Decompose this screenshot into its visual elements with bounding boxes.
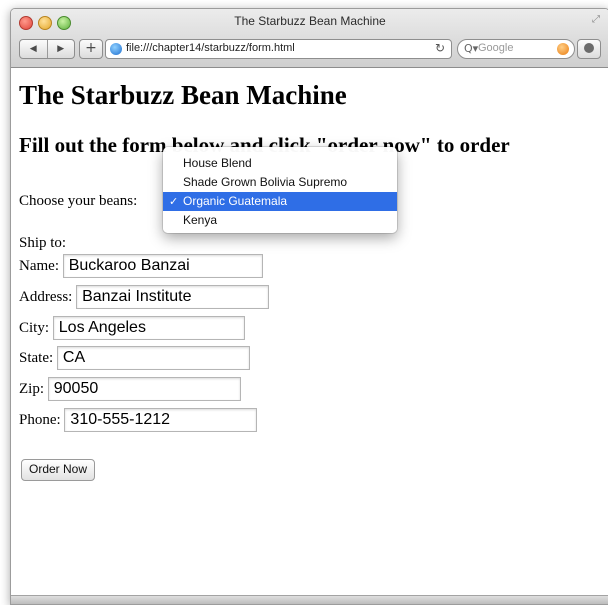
- state-row: State: CA: [19, 345, 250, 371]
- zip-row: Zip: 90050: [19, 376, 241, 402]
- order-now-button[interactable]: Order Now: [21, 459, 96, 481]
- name-row: Name: Buckaroo Banzai: [19, 253, 263, 279]
- window-title: The Starbuzz Bean Machine: [234, 14, 386, 28]
- resize-icon[interactable]: ⤢: [592, 14, 600, 25]
- checkmark-icon: ✓: [169, 195, 179, 208]
- downloads-button[interactable]: [577, 39, 601, 59]
- browser-window: The Starbuzz Bean Machine ⤢ ◀ ▶ + file:/…: [10, 8, 608, 605]
- dropdown-option-organic-guatemala[interactable]: ✓ Organic Guatemala: [163, 192, 397, 211]
- phone-label: Phone:: [19, 412, 61, 428]
- address-label: Address:: [19, 289, 73, 305]
- dropdown-option-kenya[interactable]: Kenya: [163, 211, 397, 230]
- city-label: City:: [19, 320, 50, 336]
- beans-row: Choose your beans:: [19, 191, 157, 211]
- option-label: House Blend: [183, 156, 252, 170]
- city-row: City: Los Angeles: [19, 315, 245, 341]
- search-engine-icon: [557, 43, 569, 55]
- beans-select[interactable]: [141, 194, 157, 210]
- reload-icon[interactable]: ↻: [435, 41, 445, 55]
- address-bar[interactable]: file:///chapter14/starbuzz/form.html ↻: [105, 39, 452, 59]
- address-row: Address: Banzai Institute: [19, 284, 270, 310]
- globe-icon: [110, 43, 122, 55]
- option-label: Organic Guatemala: [183, 194, 288, 208]
- ship-to-label: Ship to:: [19, 235, 67, 251]
- back-button[interactable]: ◀: [20, 40, 47, 58]
- option-label: Shade Grown Bolivia Supremo: [183, 175, 348, 189]
- phone-field[interactable]: 310-555-1212: [64, 408, 258, 432]
- name-field[interactable]: Buckaroo Banzai: [62, 254, 263, 278]
- city-field[interactable]: Los Angeles: [52, 316, 245, 340]
- beans-dropdown-menu: House Blend Shade Grown Bolivia Supremo …: [163, 147, 397, 233]
- state-label: State:: [19, 350, 54, 366]
- add-bookmark-button[interactable]: +: [79, 39, 103, 59]
- forward-button[interactable]: ▶: [46, 40, 75, 58]
- search-icon[interactable]: Q▾: [464, 42, 478, 55]
- zip-field[interactable]: 90050: [47, 377, 241, 401]
- search-placeholder[interactable]: Google: [478, 42, 513, 54]
- beans-label: Choose your beans:: [19, 193, 138, 209]
- phone-row: Phone: 310-555-1212: [19, 407, 258, 433]
- zip-label: Zip:: [19, 381, 44, 397]
- option-label: Kenya: [183, 213, 218, 227]
- address-field[interactable]: Banzai Institute: [76, 285, 270, 309]
- dropdown-option-house-blend[interactable]: House Blend: [163, 154, 397, 173]
- page-title: The Starbuzz Bean Machine: [19, 80, 347, 110]
- dropdown-option-bolivia-supremo[interactable]: Shade Grown Bolivia Supremo: [163, 173, 397, 192]
- state-field[interactable]: CA: [56, 346, 250, 370]
- url-text[interactable]: file:///chapter14/starbuzz/form.html: [126, 42, 295, 54]
- search-field[interactable]: Q▾ Google: [457, 39, 575, 59]
- title-bar: The Starbuzz Bean Machine ⤢ ◀ ▶ + file:/…: [11, 9, 608, 68]
- name-label: Name:: [19, 258, 59, 274]
- nav-buttons: ◀ ▶: [19, 39, 75, 59]
